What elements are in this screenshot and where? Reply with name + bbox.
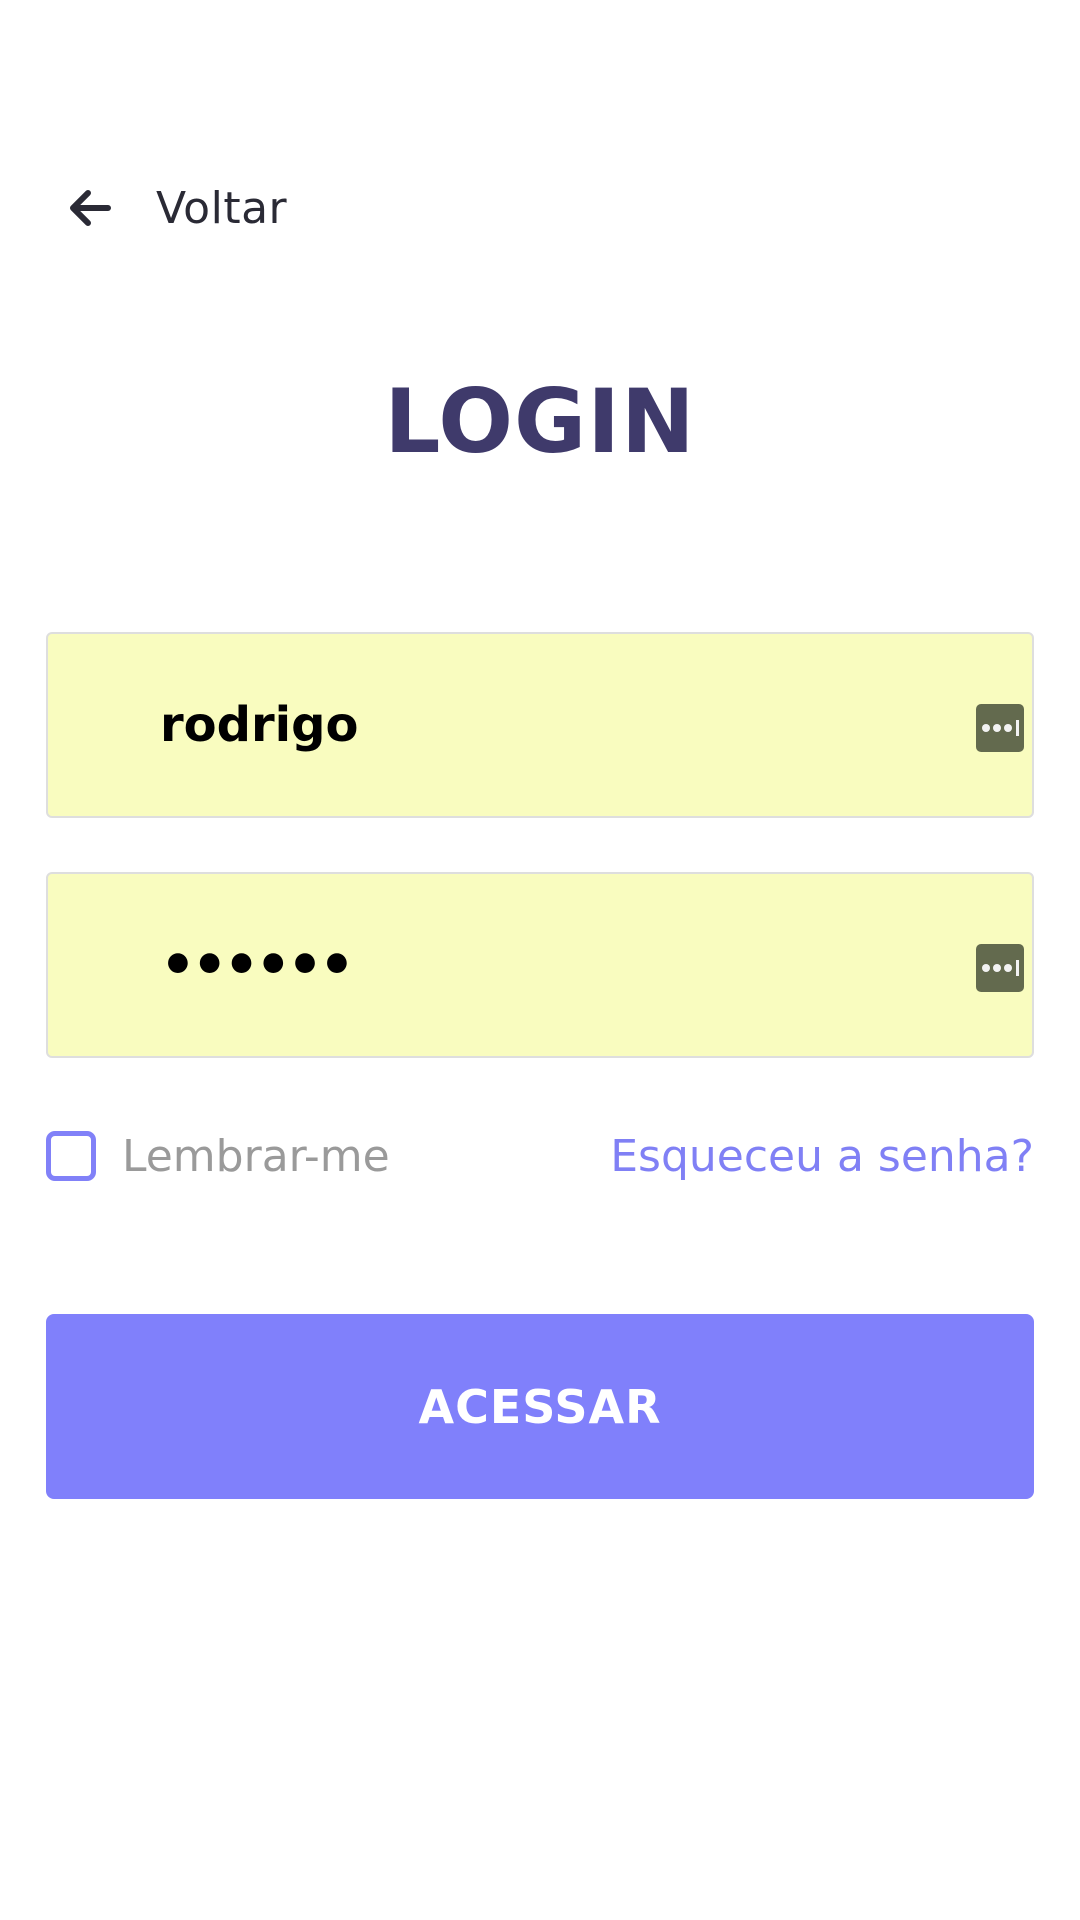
back-button[interactable]: Voltar: [62, 172, 287, 244]
login-options: Lembrar-me Esqueceu a senha?: [46, 1126, 1034, 1186]
username-input[interactable]: [160, 634, 960, 816]
remember-me-checkbox[interactable]: [46, 1131, 96, 1181]
remember-me-label: Lembrar-me: [122, 1130, 390, 1182]
keychain-autofill-icon[interactable]: [976, 944, 1024, 992]
password-input[interactable]: [160, 874, 960, 1056]
remember-me-toggle[interactable]: Lembrar-me: [46, 1131, 390, 1182]
password-field[interactable]: [46, 872, 1034, 1058]
arrow-left-icon: [62, 180, 118, 236]
username-field[interactable]: [46, 632, 1034, 818]
keychain-autofill-icon[interactable]: [976, 704, 1024, 752]
page-title: LOGIN: [384, 370, 696, 473]
forgot-password-link[interactable]: Esqueceu a senha?: [610, 1131, 1034, 1182]
login-submit-button[interactable]: ACESSAR: [46, 1314, 1034, 1499]
back-label: Voltar: [156, 182, 288, 234]
